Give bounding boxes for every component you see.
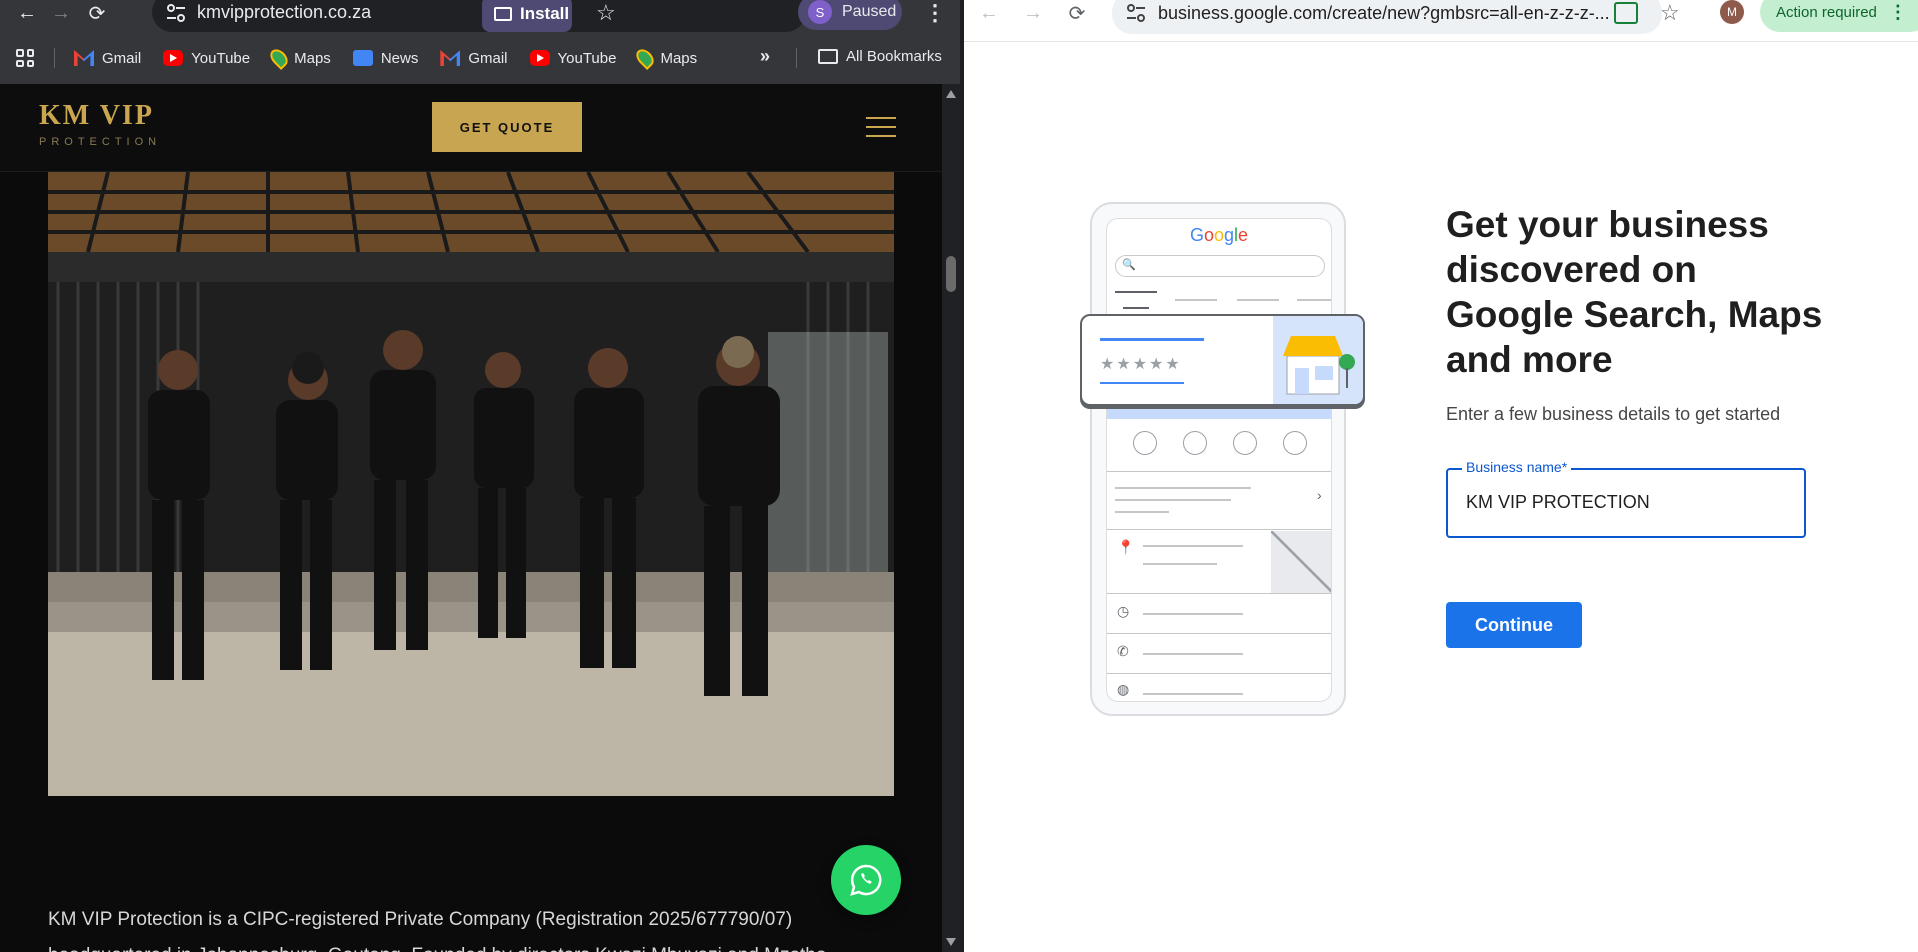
right-browser-window: ← → ⟳ business.google.com/create/new?gmb… bbox=[964, 0, 1918, 952]
gmail-icon bbox=[440, 50, 461, 66]
address-bar[interactable]: kmvipprotection.co.za bbox=[152, 0, 806, 32]
save-icon bbox=[1233, 431, 1257, 455]
continue-button[interactable]: Continue bbox=[1446, 602, 1582, 648]
bookmark-label: Gmail bbox=[468, 49, 508, 67]
menu-kebab-icon: ⋮ bbox=[1888, 1, 1907, 22]
google-logo: Google bbox=[1189, 225, 1249, 245]
site-logo[interactable]: KM VIP bbox=[39, 100, 154, 132]
bookmark-label: Gmail bbox=[102, 49, 142, 67]
bookmark-star-icon[interactable]: ☆ bbox=[1660, 0, 1680, 26]
business-name-input[interactable] bbox=[1466, 492, 1786, 513]
address-bar[interactable]: business.google.com/create/new?gmbsrc=al… bbox=[1112, 0, 1662, 34]
left-scrollbar[interactable] bbox=[942, 84, 960, 952]
site-header: KM VIP PROTECTION GET QUOTE bbox=[0, 84, 942, 172]
left-browser-window: ← → ⟳ kmvipprotection.co.za Install ☆ S … bbox=[0, 0, 960, 952]
search-bar-illustration: 🔍 bbox=[1115, 255, 1325, 277]
youtube-icon bbox=[163, 50, 184, 66]
profile-avatar[interactable]: M bbox=[1720, 0, 1744, 24]
forward-icon[interactable]: → bbox=[1020, 0, 1046, 26]
scroll-up-icon[interactable] bbox=[946, 90, 956, 98]
scroll-down-icon[interactable] bbox=[946, 938, 956, 946]
storefront-illustration bbox=[1273, 316, 1363, 404]
bookmark-label: News bbox=[380, 49, 419, 67]
phone-screen: Google 🔍 › 📍 ◷ ✆ ◍ bbox=[1106, 218, 1332, 702]
right-toolbar: ← → ⟳ business.google.com/create/new?gmb… bbox=[964, 0, 1918, 42]
gmail-icon bbox=[74, 50, 94, 66]
bookmark-youtube[interactable]: YouTube bbox=[163, 50, 250, 67]
whatsapp-button[interactable] bbox=[831, 845, 901, 915]
bookmark-label: YouTube bbox=[557, 49, 617, 67]
phone-call-icon: ✆ bbox=[1117, 643, 1129, 659]
reload-icon[interactable]: ⟳ bbox=[84, 0, 110, 26]
map-thumbnail bbox=[1271, 531, 1331, 593]
site-settings-icon[interactable] bbox=[166, 4, 186, 22]
bookmark-maps[interactable]: Maps bbox=[267, 45, 331, 71]
page-subheading: Enter a few business details to get star… bbox=[1446, 404, 1781, 424]
install-icon bbox=[494, 7, 512, 21]
all-bookmarks-label: All Bookmarks bbox=[846, 48, 942, 65]
team-photo bbox=[48, 172, 894, 796]
back-icon[interactable]: ← bbox=[14, 0, 40, 26]
news-icon bbox=[352, 50, 373, 66]
bookmark-youtube[interactable]: YouTube bbox=[529, 49, 617, 67]
install-label: Install bbox=[520, 4, 570, 23]
more-bookmarks-icon[interactable]: » bbox=[760, 46, 770, 67]
site-settings-icon[interactable] bbox=[1126, 4, 1146, 22]
install-app-icon[interactable] bbox=[1614, 2, 1638, 24]
share-icon bbox=[1283, 431, 1307, 455]
bookmark-label: YouTube bbox=[191, 49, 251, 67]
page-headline: Get your business discovered on Google S… bbox=[1446, 204, 1823, 380]
profile-button[interactable]: S Paused bbox=[798, 0, 902, 30]
apps-grid-icon[interactable] bbox=[16, 49, 34, 67]
profile-avatar: S bbox=[808, 0, 832, 24]
bookmark-gmail[interactable]: Gmail bbox=[74, 50, 141, 67]
location-pin-icon: 📍 bbox=[1117, 539, 1135, 555]
install-button[interactable]: Install bbox=[482, 0, 572, 32]
scroll-thumb[interactable] bbox=[946, 256, 956, 292]
business-name-field[interactable]: Business name* bbox=[1446, 459, 1806, 538]
all-bookmarks-button[interactable]: All Bookmarks bbox=[818, 48, 942, 65]
menu-kebab-icon[interactable]: ⋮ bbox=[924, 0, 946, 26]
profile-status: Paused bbox=[842, 3, 897, 20]
business-card-illustration: ★★★★★ bbox=[1080, 314, 1365, 406]
team-photo-illustration bbox=[48, 172, 894, 796]
hamburger-menu-icon[interactable] bbox=[866, 117, 896, 137]
rating-stars-icon: ★★★★★ bbox=[1100, 356, 1182, 373]
reload-icon[interactable]: ⟳ bbox=[1064, 0, 1090, 26]
phone-illustration: Google 🔍 › 📍 ◷ ✆ ◍ bbox=[1090, 202, 1346, 716]
forward-icon[interactable]: → bbox=[48, 0, 74, 26]
phone-icon bbox=[1183, 431, 1207, 455]
url-text[interactable]: business.google.com/create/new?gmbsrc=al… bbox=[1158, 3, 1610, 24]
folder-icon bbox=[818, 49, 838, 64]
youtube-icon bbox=[529, 50, 550, 66]
website-viewport: KM VIP PROTECTION GET QUOTE KM VIP Prote… bbox=[0, 84, 942, 952]
clock-icon: ◷ bbox=[1117, 603, 1130, 619]
get-quote-button[interactable]: GET QUOTE bbox=[432, 102, 582, 152]
bookmark-gmail[interactable]: Gmail bbox=[440, 49, 508, 67]
maps-icon bbox=[267, 45, 292, 71]
globe-icon: ◍ bbox=[1117, 681, 1130, 697]
company-description: KM VIP Protection is a CIPC-registered P… bbox=[48, 909, 826, 952]
maps-icon bbox=[633, 45, 658, 71]
action-required-button[interactable]: Action required ⋮ bbox=[1760, 0, 1918, 32]
bookmark-star-icon[interactable]: ☆ bbox=[596, 0, 616, 26]
bookmark-separator bbox=[796, 48, 797, 68]
search-icon: 🔍 bbox=[1122, 259, 1136, 271]
chevron-right-icon: › bbox=[1317, 487, 1322, 503]
left-toolbar: ← → ⟳ kmvipprotection.co.za Install ☆ S … bbox=[0, 0, 960, 32]
url-text[interactable]: kmvipprotection.co.za bbox=[197, 2, 371, 23]
bookmark-news[interactable]: News bbox=[352, 49, 419, 67]
bookmark-label: Maps bbox=[294, 49, 331, 67]
bookmark-label: Maps bbox=[660, 49, 698, 67]
action-required-label: Action required bbox=[1776, 3, 1877, 21]
directions-icon bbox=[1133, 431, 1157, 455]
site-logo-subtitle: PROTECTION bbox=[39, 136, 162, 148]
whatsapp-icon bbox=[850, 864, 882, 896]
bookmarks-bar: Gmail YouTube Maps News Gmail YouTube Ma… bbox=[74, 40, 774, 76]
back-icon[interactable]: ← bbox=[976, 0, 1002, 26]
bookmark-separator bbox=[54, 48, 55, 68]
business-profile-page: Google 🔍 › 📍 ◷ ✆ ◍ ★★★★★ Get your busine… bbox=[964, 42, 1918, 952]
business-name-label: Business name* bbox=[1462, 459, 1572, 475]
bookmark-maps[interactable]: Maps bbox=[633, 45, 698, 71]
